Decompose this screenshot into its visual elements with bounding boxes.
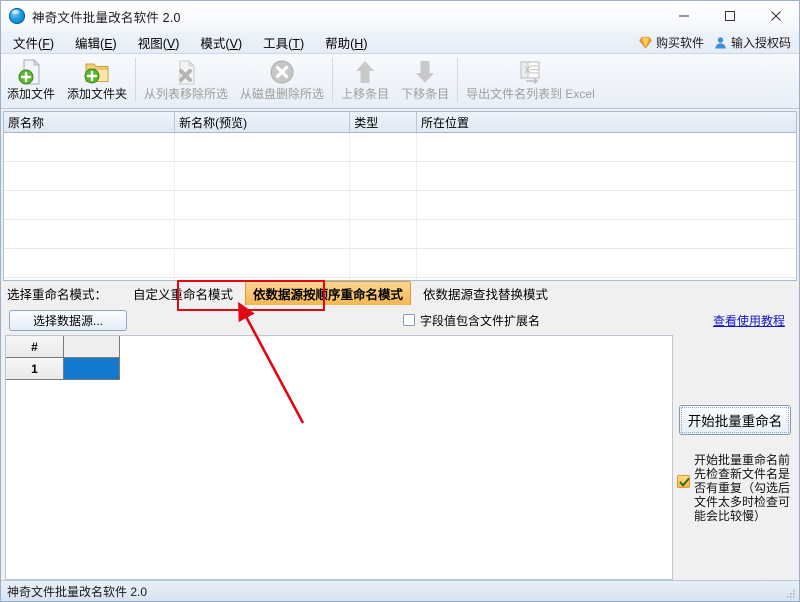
menu-label-mode: 模式 xyxy=(200,36,226,51)
menu-accel-file: F xyxy=(42,36,50,51)
svg-text:X: X xyxy=(525,65,531,75)
file-list-header: 原名称 新名称(预览) 类型 所在位置 xyxy=(4,112,796,133)
file-list-empty-row xyxy=(4,191,796,220)
view-tutorial-link[interactable]: 查看使用教程 xyxy=(713,312,785,329)
add-folder-label: 添加文件夹 xyxy=(67,87,128,101)
menu-label-tools: 工具 xyxy=(263,36,289,51)
file-list-body[interactable] xyxy=(4,133,796,280)
toolbar-separator xyxy=(135,58,137,102)
menu-accel-edit: E xyxy=(104,36,113,51)
menu-label-file: 文件 xyxy=(13,36,39,51)
enter-license-label: 输入授权码 xyxy=(730,35,791,50)
file-list-empty-row xyxy=(4,162,796,191)
duplicate-check-label: 开始批量重命名前先检查新文件名是否有重复（勾选后文件太多时检查可能会比较慢） xyxy=(694,453,791,523)
minimize-icon[interactable] xyxy=(661,1,707,31)
resize-grip-icon[interactable] xyxy=(784,587,796,599)
diamond-icon xyxy=(639,36,652,49)
menu-item-edit[interactable]: 编辑(E) xyxy=(66,31,126,54)
app-window: 神奇文件批量改名软件 2.0 文件(F) 编辑(E) 视图(V) 模式(V) 工… xyxy=(0,0,800,602)
remove-from-list-button[interactable]: 从列表移除所选 xyxy=(138,56,234,104)
start-batch-rename-button[interactable]: 开始批量重命名 xyxy=(679,405,791,435)
select-data-source-button[interactable]: 选择数据源... xyxy=(9,309,127,331)
include-extension-checkbox[interactable]: 字段值包含文件扩展名 xyxy=(403,312,540,329)
file-list-empty-row xyxy=(4,133,796,162)
toolbar-separator-2 xyxy=(332,58,334,102)
file-list-col-location[interactable]: 所在位置 xyxy=(417,112,796,132)
file-list-empty-row xyxy=(4,249,796,278)
menu-item-view[interactable]: 视图(V) xyxy=(129,31,189,54)
menu-item-tools[interactable]: 工具(T) xyxy=(254,31,313,54)
move-down-icon xyxy=(411,58,439,86)
menu-item-help[interactable]: 帮助(H) xyxy=(316,31,376,54)
maximize-icon[interactable] xyxy=(707,1,753,31)
delete-from-disk-label: 从磁盘删除所选 xyxy=(240,87,325,101)
status-bar-text: 神奇文件批量改名软件 2.0 xyxy=(7,584,148,599)
file-list-col-type[interactable]: 类型 xyxy=(350,112,417,132)
mode-tab-find-replace-datasource[interactable]: 依数据源查找替换模式 xyxy=(415,281,556,306)
add-file-label: 添加文件 xyxy=(7,87,56,101)
remove-from-list-icon xyxy=(172,58,200,86)
move-up-label: 上移条目 xyxy=(341,87,390,101)
remove-from-list-label: 从列表移除所选 xyxy=(144,87,229,101)
data-grid-cell-selected[interactable] xyxy=(64,358,120,380)
app-logo-icon xyxy=(9,8,25,24)
file-list-empty-row xyxy=(4,220,796,249)
add-folder-icon xyxy=(83,58,111,86)
data-source-grid[interactable]: # 1 xyxy=(5,335,673,580)
file-list[interactable]: 原名称 新名称(预览) 类型 所在位置 xyxy=(3,111,797,281)
data-grid-col-index[interactable]: # xyxy=(6,336,64,358)
move-down-button[interactable]: 下移条目 xyxy=(395,56,455,104)
menu-accel-tools: T xyxy=(292,36,300,51)
data-grid-col-value[interactable] xyxy=(64,336,120,358)
mode-tab-sequential-datasource[interactable]: 依数据源按顺序重命名模式 xyxy=(245,280,412,306)
enter-license-link[interactable]: 输入授权码 xyxy=(714,34,791,51)
export-excel-label: 导出文件名列表到 Excel xyxy=(466,87,595,101)
menu-label-help: 帮助 xyxy=(325,36,351,51)
mode-selection-row: 选择重命名模式： 自定义重命名模式 依数据源按顺序重命名模式 依数据源查找替换模… xyxy=(1,280,799,306)
data-grid-row-index[interactable]: 1 xyxy=(6,358,64,380)
window-controls xyxy=(661,1,799,31)
window-title: 神奇文件批量改名软件 2.0 xyxy=(32,10,181,25)
title-bar: 神奇文件批量改名软件 2.0 xyxy=(1,1,799,31)
table-row[interactable]: 1 xyxy=(6,358,672,380)
delete-from-disk-button[interactable]: 从磁盘删除所选 xyxy=(234,56,330,104)
add-file-button[interactable]: 添加文件 xyxy=(1,56,61,104)
menu-item-mode[interactable]: 模式(V) xyxy=(191,31,251,54)
status-bar: 神奇文件批量改名软件 2.0 xyxy=(1,580,799,601)
include-extension-label: 字段值包含文件扩展名 xyxy=(420,313,541,328)
move-up-icon xyxy=(351,58,379,86)
duplicate-check-checkbox[interactable]: 开始批量重命名前先检查新文件名是否有重复（勾选后文件太多时检查可能会比较慢） xyxy=(677,453,793,523)
action-panel: 开始批量重命名 开始批量重命名前先检查新文件名是否有重复（勾选后文件太多时检查可… xyxy=(673,335,797,580)
delete-from-disk-icon xyxy=(268,58,296,86)
move-down-label: 下移条目 xyxy=(401,87,450,101)
menu-accel-mode: V xyxy=(229,36,238,51)
menu-bar: 文件(F) 编辑(E) 视图(V) 模式(V) 工具(T) 帮助(H) 购买软件 xyxy=(1,31,799,54)
data-grid-header-row: # xyxy=(6,336,672,358)
mode-selection-label: 选择重命名模式： xyxy=(7,287,108,302)
add-file-icon xyxy=(17,58,45,86)
header-links: 购买软件 输入授权码 xyxy=(633,31,791,53)
export-excel-button[interactable]: X 导出文件名列表到 Excel xyxy=(460,56,601,104)
toolbar: 添加文件 添加文件夹 从列表移除所选 从磁盘删除所选 上移条目 下移条目 X 导… xyxy=(1,54,799,109)
menu-accel-view: V xyxy=(166,36,176,51)
menu-accel-help: H xyxy=(354,36,364,51)
include-extension-checkbox-box[interactable] xyxy=(403,314,415,326)
mode-tab-custom[interactable]: 自定义重命名模式 xyxy=(125,281,241,306)
main-content: # 1 开始批量重命名 开始批量重命名前先检查新文件名是否有重复（勾选后文件太多… xyxy=(1,335,799,580)
menu-label-edit: 编辑 xyxy=(75,36,101,51)
menu-item-file[interactable]: 文件(F) xyxy=(4,31,63,54)
duplicate-check-box[interactable] xyxy=(677,475,690,488)
toolbar-separator-3 xyxy=(457,58,459,102)
file-list-col-new-name[interactable]: 新名称(预览) xyxy=(175,112,351,132)
add-folder-button[interactable]: 添加文件夹 xyxy=(61,56,133,104)
menu-label-view: 视图 xyxy=(137,36,163,51)
export-excel-icon: X xyxy=(516,58,544,86)
buy-software-link[interactable]: 购买软件 xyxy=(639,34,704,51)
data-source-row: 选择数据源... 字段值包含文件扩展名 查看使用教程 xyxy=(1,305,799,335)
file-list-col-original-name[interactable]: 原名称 xyxy=(4,112,176,132)
move-up-button[interactable]: 上移条目 xyxy=(335,56,395,104)
close-icon[interactable] xyxy=(753,1,799,31)
person-icon xyxy=(714,36,727,49)
buy-software-label: 购买软件 xyxy=(655,35,704,50)
